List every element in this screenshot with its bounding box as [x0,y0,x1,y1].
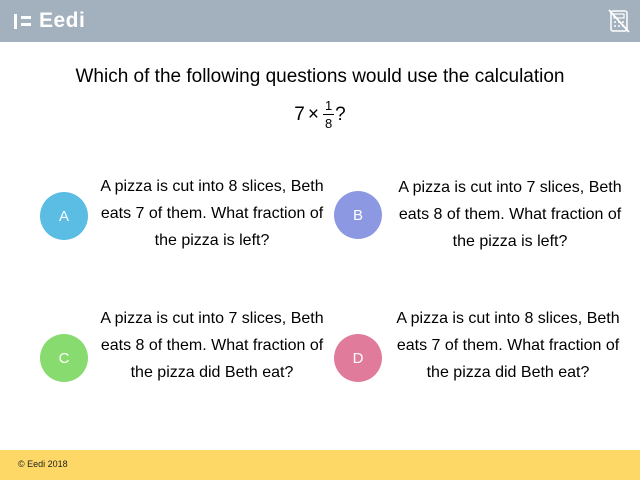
logo-text: Eedi [39,9,86,32]
answer-a-text[interactable]: A pizza is cut into 8 slices, Beth eats … [92,173,332,254]
fraction-denominator: 8 [324,116,333,131]
calculator-disabled-icon [608,9,630,33]
multiply-operator: × [307,103,319,125]
footer-bar: © Eedi 2018 [0,450,640,480]
eedi-logo: Eedi [14,9,85,33]
answer-d-letter: D [352,349,364,367]
answer-c-text[interactable]: A pizza is cut into 7 slices, Beth eats … [92,305,332,386]
expression-suffix: ? [335,103,346,125]
answer-b-text[interactable]: A pizza is cut into 7 slices, Beth eats … [390,174,630,255]
answer-b-badge[interactable]: B [334,191,382,239]
answer-c-badge[interactable]: C [40,334,88,382]
answer-d-text[interactable]: A pizza is cut into 8 slices, Beth eats … [388,305,628,386]
copyright-text: © Eedi 2018 [18,459,68,469]
fraction: 1 8 [322,98,335,131]
answer-a-badge[interactable]: A [40,192,88,240]
question-text: Which of the following questions would u… [75,66,565,87]
answer-c-letter: C [58,349,70,367]
calculation-expression: 7 × 1 8 ? [0,98,640,131]
header-bar: Eedi [0,0,640,42]
answer-b-letter: B [352,206,363,224]
logo-mark-icon [14,13,31,29]
answer-a-letter: A [58,207,69,225]
expression-whole: 7 [294,103,305,125]
answer-d-badge[interactable]: D [334,334,382,382]
fraction-numerator: 1 [322,98,335,115]
